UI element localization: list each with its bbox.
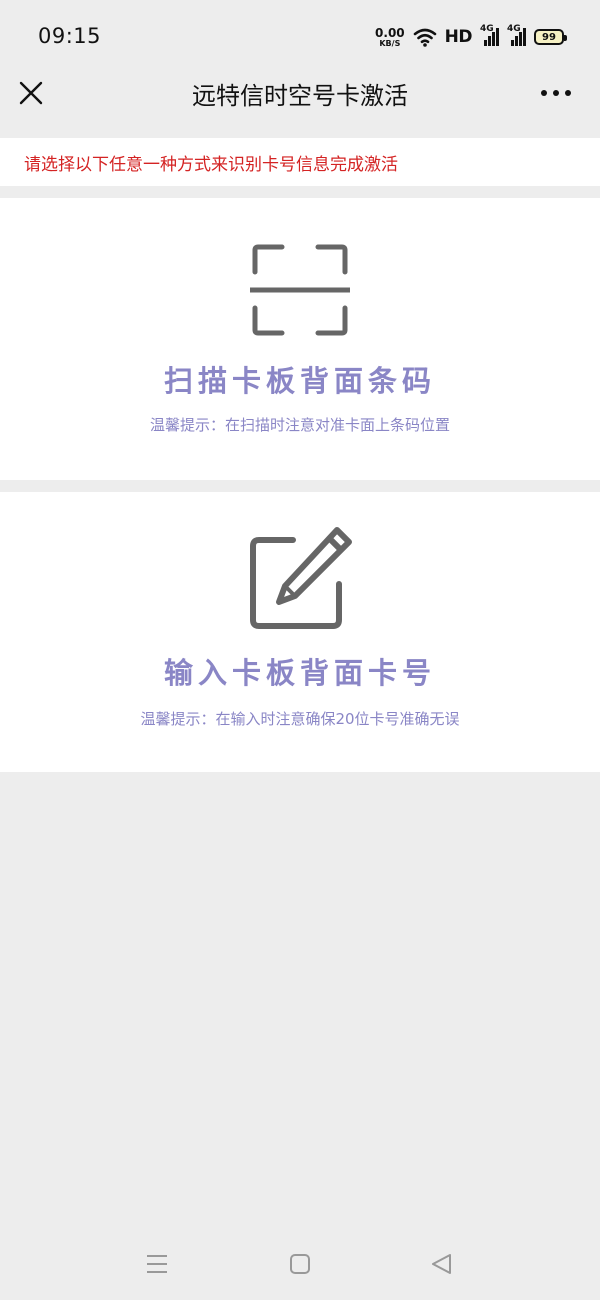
battery-icon: 99 bbox=[534, 29, 567, 45]
wifi-icon bbox=[413, 28, 436, 47]
input-option-tip: 温馨提示：在输入时注意确保20位卡号准确无误 bbox=[140, 710, 460, 728]
network-speed: 0.00 KB/S bbox=[375, 27, 405, 48]
back-triangle-icon bbox=[432, 1254, 451, 1274]
signal-1-tag: 4G bbox=[480, 24, 494, 34]
status-time: 09:15 bbox=[38, 24, 102, 48]
scan-option-title: 扫描卡板背面条码 bbox=[163, 364, 436, 398]
input-option-title: 输入卡板背面卡号 bbox=[163, 656, 436, 690]
scan-option-tip: 温馨提示：在扫描时注意对准卡面上条码位置 bbox=[149, 416, 450, 434]
signal-2-tag: 4G bbox=[507, 24, 521, 34]
menu-icon bbox=[147, 1255, 167, 1273]
title-bar: 远特信时空号卡激活 bbox=[0, 68, 600, 126]
signal-strength-2-icon: 4G bbox=[507, 24, 526, 46]
back-button[interactable] bbox=[428, 1250, 456, 1278]
signal-strength-1-icon: 4G bbox=[480, 24, 499, 46]
home-button[interactable] bbox=[286, 1250, 314, 1278]
instruction-text: 请选择以下任意一种方式来识别卡号信息完成激活 bbox=[24, 154, 398, 175]
input-card-number-option[interactable]: 输入卡板背面卡号 温馨提示：在输入时注意确保20位卡号准确无误 bbox=[0, 492, 600, 772]
more-dots-icon bbox=[541, 90, 571, 96]
scan-barcode-icon bbox=[250, 242, 350, 338]
network-speed-value: 0.00 bbox=[375, 25, 405, 40]
network-speed-unit: KB/S bbox=[379, 38, 401, 48]
hd-label: HD bbox=[444, 27, 473, 47]
battery-level: 99 bbox=[542, 31, 556, 43]
home-square-icon bbox=[290, 1254, 310, 1274]
edit-icon bbox=[245, 522, 355, 632]
status-icons: 0.00 KB/S HD 4G 4G 99 bbox=[375, 24, 567, 50]
system-nav-bar bbox=[0, 1228, 600, 1300]
scan-barcode-option[interactable]: 扫描卡板背面条码 温馨提示：在扫描时注意对准卡面上条码位置 bbox=[0, 198, 600, 480]
more-button[interactable] bbox=[536, 76, 576, 110]
menu-button[interactable] bbox=[143, 1250, 171, 1278]
status-bar: 09:15 0.00 KB/S HD 4G 4G 99 bbox=[0, 0, 600, 68]
page-title: 远特信时空号卡激活 bbox=[192, 82, 408, 110]
instruction-notice: 请选择以下任意一种方式来识别卡号信息完成激活 bbox=[0, 138, 600, 186]
